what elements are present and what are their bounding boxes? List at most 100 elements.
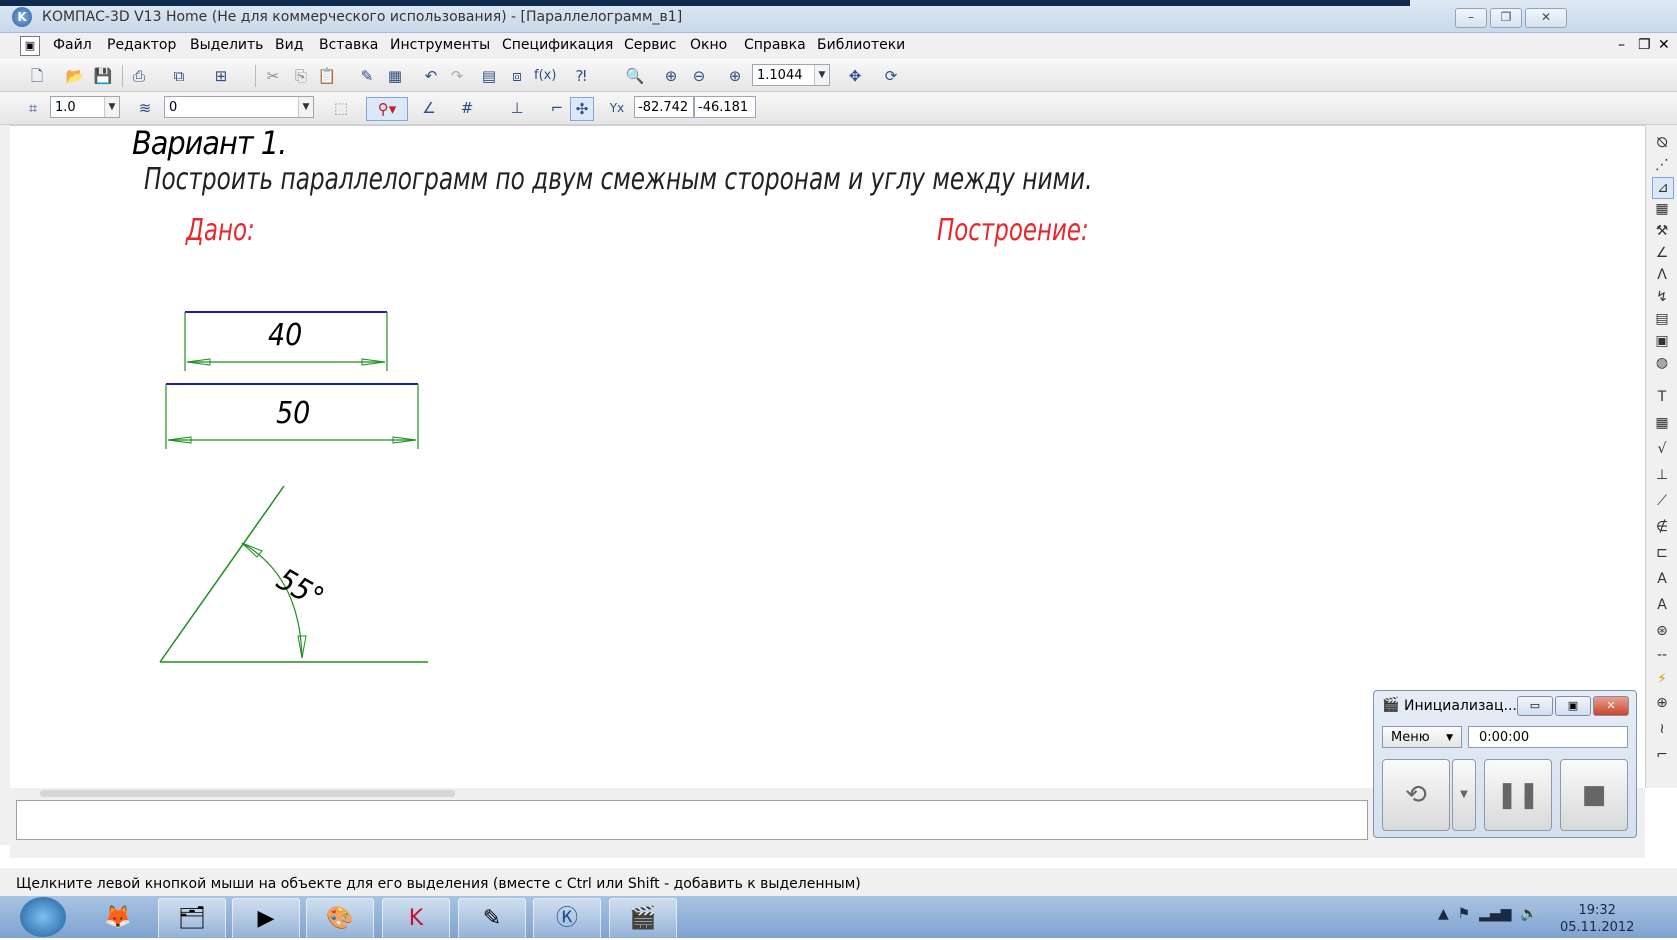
axis-icon[interactable]: -- (1652, 645, 1672, 665)
variables-icon[interactable]: ⧈ (506, 65, 528, 87)
recorder-menu-dropdown[interactable]: Меню ▼ (1382, 726, 1462, 748)
redo-icon[interactable]: ↷ (446, 65, 468, 87)
layer-icon[interactable]: ≋ (134, 97, 156, 119)
properties-icon[interactable]: ⊞ (210, 65, 232, 87)
recorder-restore-button[interactable]: ▣ (1555, 696, 1591, 716)
step-combobox[interactable]: 1.0 ▼ (50, 96, 120, 118)
print-icon[interactable]: ⎙ (128, 65, 150, 87)
record-options-chevron-icon[interactable]: ▼ (1452, 759, 1476, 831)
params-icon[interactable]: ∠ (1652, 243, 1672, 263)
dimensions-icon[interactable]: ⊿ (1652, 177, 1674, 199)
coord-y-field[interactable]: -46.181 (694, 96, 756, 118)
preview-icon[interactable]: ⧉ (168, 65, 190, 87)
leader-icon[interactable]: ⟋ (1652, 491, 1672, 511)
start-button[interactable] (20, 897, 66, 937)
zoom-in-icon[interactable]: ⊕ (660, 65, 682, 87)
local-cs-icon[interactable]: ⊥ (506, 97, 528, 119)
roughness-icon[interactable]: √ (1652, 439, 1672, 459)
notes-icon[interactable]: ✎ (458, 898, 526, 940)
chevron-down-icon[interactable]: ▼ (814, 65, 829, 85)
spec-icon[interactable]: ▤ (1652, 309, 1672, 329)
wave-line-icon[interactable]: ≀ (1652, 719, 1672, 739)
refresh-icon[interactable]: ⟳ (880, 65, 902, 87)
style-icon[interactable]: ⬚ (330, 97, 352, 119)
position-icon[interactable]: ∉ (1652, 517, 1672, 537)
fx-icon[interactable]: f(x) (534, 65, 556, 87)
menu-view[interactable]: Вид (275, 37, 303, 53)
view-arrow-icon[interactable]: A (1652, 569, 1672, 589)
zoom-window-icon[interactable]: 🔍 (624, 65, 646, 87)
spring-icon[interactable]: ⊛ (1652, 621, 1672, 641)
pause-button[interactable]: ❚❚ (1484, 759, 1552, 831)
undo-icon[interactable]: ↶ (420, 65, 442, 87)
menu-libraries[interactable]: Библиотеки (817, 37, 905, 53)
layer-combobox[interactable]: 0 ▼ (164, 96, 314, 118)
doc-restore-button[interactable]: ❐ (1638, 37, 1651, 53)
close-button[interactable]: ✕ (1525, 8, 1567, 28)
new-icon[interactable]: 🗋 (26, 65, 48, 87)
open-icon[interactable]: 📂 (64, 65, 86, 87)
help-icon[interactable]: ⁈ (570, 65, 592, 87)
points-icon[interactable]: ⋰ (1652, 155, 1672, 175)
cut-icon[interactable]: ✂ (262, 65, 284, 87)
menu-insert[interactable]: Вставка (319, 37, 378, 53)
zoom-scale-icon[interactable]: ⊕ (724, 65, 746, 87)
property-input-area[interactable] (16, 800, 1368, 840)
cut-line-icon[interactable]: A (1652, 595, 1672, 615)
system-tray[interactable]: ▲ ⚑ ▂▄▆ 🔊 (1438, 906, 1538, 922)
save-icon[interactable]: 💾 (92, 65, 114, 87)
chevron-down-icon[interactable]: ▼ (298, 97, 313, 117)
coord-x-field[interactable]: -82.742 (634, 96, 694, 118)
hatch-icon[interactable]: ▦ (1652, 199, 1672, 219)
geometry-icon[interactable]: ⦰ (1652, 133, 1672, 153)
grid-icon[interactable]: # (456, 97, 478, 119)
stop-button[interactable]: ■ (1560, 759, 1628, 831)
doc-close-button[interactable]: ✕ (1658, 37, 1670, 53)
scrollbar-thumb[interactable] (40, 790, 455, 797)
zoom-out-icon[interactable]: ⊖ (688, 65, 710, 87)
library-icon[interactable]: ◍ (1652, 353, 1672, 373)
menu-editor[interactable]: Редактор (107, 37, 176, 53)
kompas-icon[interactable]: Ⓚ (533, 898, 601, 940)
base-icon[interactable]: ⊥ (1652, 465, 1672, 485)
kaspersky-icon[interactable]: K (382, 898, 450, 940)
ortho-icon[interactable]: ∠ (418, 97, 440, 119)
table-insert-icon[interactable]: ▦ (1652, 413, 1672, 433)
record-button[interactable]: ⟲ (1382, 759, 1450, 831)
manager-icon[interactable]: ▤ (478, 65, 500, 87)
recorder-minimize-button[interactable]: ▭ (1517, 696, 1553, 716)
recorder-window[interactable]: 🎬 Инициализац... ▭ ▣ ✕ Меню ▼ 0:00:00 ⟲ … (1373, 690, 1637, 838)
paste-icon[interactable]: 📋 (316, 65, 338, 87)
menu-service[interactable]: Сервис (624, 37, 676, 53)
document-menu-icon[interactable]: ▣ (20, 36, 40, 56)
lightning-icon[interactable]: ⚡ (1652, 669, 1672, 689)
format-brush-icon[interactable]: ✎ (356, 65, 378, 87)
pan-icon[interactable]: ✥ (844, 65, 866, 87)
explorer-icon[interactable]: 🗂 (158, 898, 226, 940)
break-icon[interactable]: ⌐ (1652, 745, 1672, 765)
step-icon[interactable]: ⌗ (22, 97, 44, 119)
chevron-down-icon[interactable]: ▼ (104, 97, 119, 117)
snap-toggle-icon[interactable]: ✣ (570, 97, 594, 121)
menu-window[interactable]: Окно (690, 37, 727, 53)
doc-minimize-button[interactable]: – (1618, 37, 1625, 53)
paint-icon[interactable]: 🎨 (306, 898, 374, 940)
snap-icon[interactable]: ⚲▾ (366, 97, 408, 121)
media-player-icon[interactable]: ▶ (232, 898, 300, 940)
menu-file[interactable]: Файл (53, 37, 92, 53)
firefox-icon[interactable]: 🦊 (85, 898, 151, 938)
recorder-taskbar-icon[interactable]: 🎬 (609, 898, 677, 940)
text-icon[interactable]: T (1652, 387, 1672, 407)
recorder-close-button[interactable]: ✕ (1593, 696, 1629, 716)
table-icon[interactable]: ▦ (384, 65, 406, 87)
maximize-button[interactable]: ❐ (1490, 8, 1522, 28)
fragment-icon[interactable]: ▣ (1652, 331, 1672, 351)
menu-select[interactable]: Выделить (190, 37, 263, 53)
menu-tools[interactable]: Инструменты (390, 37, 490, 53)
measure-icon[interactable]: Λ (1652, 265, 1672, 285)
tolerance-icon[interactable]: ⊏ (1652, 543, 1672, 563)
minimize-button[interactable]: – (1455, 8, 1487, 28)
select-icon[interactable]: ↯ (1652, 287, 1672, 307)
menu-specification[interactable]: Спецификация (502, 37, 613, 53)
menu-help[interactable]: Справка (744, 37, 806, 53)
